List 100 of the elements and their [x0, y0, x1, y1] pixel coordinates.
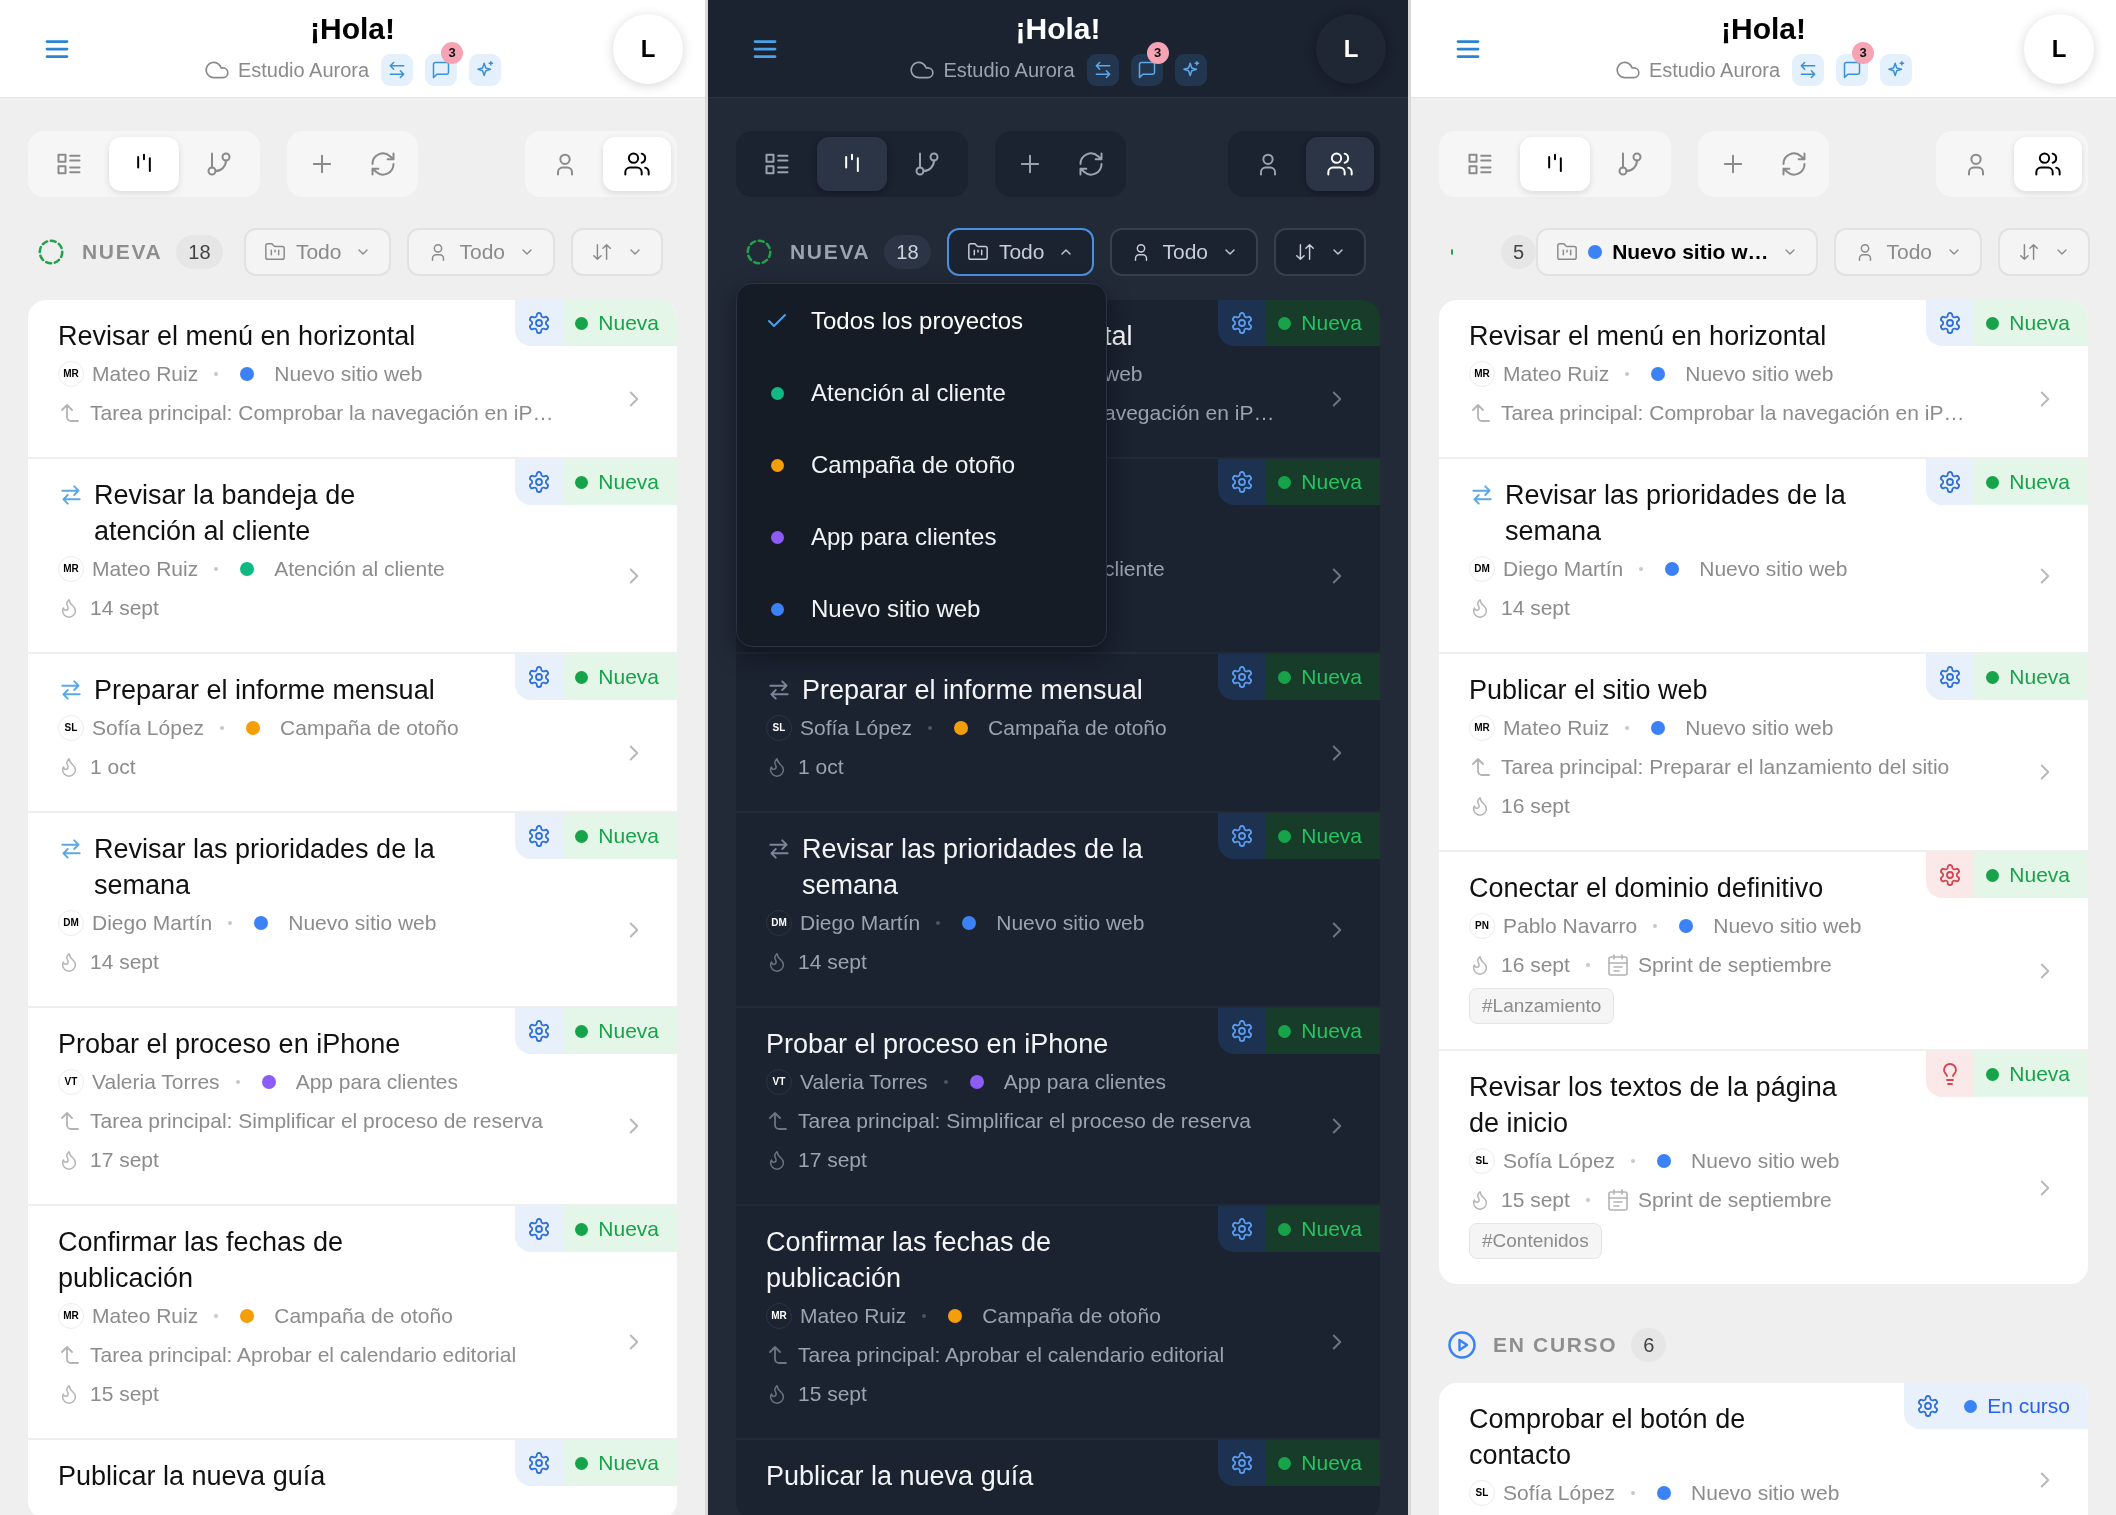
gear-icon[interactable] [1230, 1451, 1255, 1475]
project-option[interactable]: Nuevo sitio web [737, 573, 1106, 645]
assignee-name: Mateo Ruiz [1503, 714, 1610, 741]
project-option[interactable]: Todos los proyectos [737, 285, 1106, 357]
project-name: Nuevo sitio web [1713, 912, 1862, 939]
task-card[interactable]: Preparar el informe mensual SL Sofía López Campaña de otoño 1 oct Nueva [736, 654, 1380, 811]
project-name: Nuevo sitio web [274, 360, 423, 387]
project-option[interactable]: Campaña de otoño [737, 429, 1106, 501]
task-card[interactable]: Preparar el informe mensual SL Sofía López Campaña de otoño 1 oct Nueva [28, 654, 677, 811]
profile-avatar[interactable]: L [2024, 13, 2094, 84]
gear-icon[interactable] [1938, 863, 1963, 887]
profile-avatar[interactable]: L [1316, 13, 1386, 84]
project-option[interactable]: Atención al cliente [737, 357, 1106, 429]
status-badge: Nueva [1266, 1008, 1380, 1054]
gear-icon[interactable] [527, 665, 552, 689]
assignee-avatar: MR [1469, 714, 1495, 741]
status-icon [1447, 1330, 1477, 1360]
swap-button[interactable] [1792, 53, 1825, 86]
task-card[interactable]: Revisar los textos de la página de inicio SL Sofía López Nuevo sitio web 15 sept Sprint de septiembre #Contenidos Nueva [1439, 1051, 2088, 1284]
task-card[interactable]: Probar el proceso en iPhone VT Valeria Torres App para clientes Tarea principal: Simplificar el proceso de reserva 17 sept Nueva [28, 1008, 677, 1204]
task-card[interactable]: Conectar el dominio definitivo PN Pablo Navarro Nuevo sitio web 16 sept Sprint de septiembre #Lanzamiento Nueva [1439, 852, 2088, 1049]
due-date: 14 sept [90, 594, 159, 621]
swap-button[interactable] [381, 53, 414, 86]
due-date: 14 sept [798, 948, 867, 975]
gear-icon[interactable] [527, 470, 552, 494]
people-icon [1326, 150, 1354, 178]
due-date: 17 sept [90, 1146, 159, 1173]
notification-badge: 3 [1852, 41, 1875, 64]
project-option[interactable]: App para clientes [737, 501, 1106, 573]
task-title: Preparar el informe mensual [94, 674, 435, 707]
task-card[interactable]: Revisar las prioridades de la semana DM Diego Martín Nuevo sitio web 14 sept Nueva [28, 813, 677, 1006]
status-badge: Nueva [1974, 852, 2088, 898]
task-card[interactable]: Revisar la bandeja de atención al cliente MR Mateo Ruiz Atención al cliente 14 sept Nueva [28, 459, 677, 652]
task-card[interactable]: Comprobar el botón de contacto SL Sofía López Nuevo sitio web En curso [1439, 1383, 2088, 1515]
gear-icon[interactable] [1938, 665, 1963, 689]
calendar-icon [1605, 1187, 1630, 1212]
workspace-name: Estudio Aurora [1648, 57, 1781, 83]
gear-icon[interactable] [1230, 1019, 1255, 1043]
assignee-name: Valeria Torres [800, 1068, 928, 1095]
task-card[interactable]: Revisar las prioridades de la semana DM Diego Martín Nuevo sitio web 14 sept Nueva [1439, 459, 2088, 652]
task-card[interactable]: Confirmar las fechas de publicación MR Mateo Ruiz Campaña de otoño Tarea principal: Aprobar el calendario editorial 15 sept Nueva [736, 1206, 1380, 1438]
parent-task: Tarea principal: Simplificar el proceso de reserva [90, 1107, 543, 1134]
assignee-avatar: MR [58, 360, 84, 387]
gear-icon[interactable] [1230, 665, 1255, 689]
swap-button[interactable] [1086, 53, 1119, 86]
parent-task: Tarea principal: Aprobar el calendario editorial [90, 1341, 517, 1368]
assignee-name: Pablo Navarro [1503, 912, 1638, 939]
gear-icon[interactable] [1938, 470, 1963, 494]
project-name: Nuevo sitio web [1699, 555, 1848, 582]
task-title: Confirmar las fechas de publicación [766, 1226, 1053, 1295]
due-date: 16 sept [1501, 792, 1570, 819]
task-card[interactable]: Publicar el sitio web MR Mateo Ruiz Nuevo sitio web Tarea principal: Preparar el lanzamiento del sitio 16 sept Nueva [1439, 654, 2088, 850]
gear-icon[interactable] [1230, 311, 1255, 335]
ai-button[interactable] [469, 53, 502, 86]
assignee-avatar: MR [1469, 360, 1495, 387]
parent-task: Tarea principal: Simplificar el proceso de reserva [798, 1107, 1251, 1134]
gear-icon[interactable] [527, 311, 552, 335]
assignee-avatar: SL [766, 714, 792, 741]
group-count: 18 [176, 235, 223, 269]
team-view-button[interactable] [2014, 137, 2082, 191]
gear-icon[interactable] [527, 1451, 552, 1475]
greeting-title: ¡Hola! [1721, 11, 1806, 46]
assignee-avatar: SL [1469, 1479, 1495, 1506]
status-badge: Nueva [563, 813, 677, 859]
project-filter[interactable]: Nuevo sitio w… [1536, 228, 1819, 276]
task-title: Conectar el dominio definitivo [1469, 872, 1824, 905]
gear-icon[interactable] [527, 1019, 552, 1043]
project-filter[interactable]: Todo [946, 228, 1095, 276]
profile-avatar[interactable]: L [613, 13, 683, 84]
task-title: Revisar las prioridades de la semana [802, 833, 1144, 902]
task-card[interactable]: Confirmar las fechas de publicación MR Mateo Ruiz Campaña de otoño Tarea principal: Aprobar el calendario editorial 15 sept Nueva [28, 1206, 677, 1438]
assignee-filter[interactable]: Todo [1110, 228, 1258, 276]
gear-icon[interactable] [1230, 824, 1255, 848]
gear-icon[interactable] [1938, 311, 1963, 335]
task-card[interactable]: Revisar el menú en horizontal MR Mateo Ruiz Nuevo sitio web Tarea principal: Comprobar la navegación en iP… Nueva [28, 300, 677, 457]
gear-icon[interactable] [527, 1217, 552, 1241]
status-badge: Nueva [1266, 300, 1380, 346]
task-card[interactable]: Probar el proceso en iPhone VT Valeria Torres App para clientes Tarea principal: Simplificar el proceso de reserva 17 sept Nueva [736, 1008, 1380, 1204]
task-card[interactable]: Publicar la nueva guía Nueva [28, 1440, 677, 1515]
sort-filter[interactable] [1274, 228, 1366, 276]
gear-icon[interactable] [1230, 470, 1255, 494]
team-view-button[interactable] [603, 137, 671, 191]
assignee-name: Mateo Ruiz [92, 360, 199, 387]
workspace-name: Estudio Aurora [237, 57, 370, 83]
task-title: Publicar el sitio web [1469, 674, 1708, 707]
task-card[interactable]: Revisar las prioridades de la semana DM Diego Martín Nuevo sitio web 14 sept Nueva [736, 813, 1380, 1006]
task-card[interactable]: Publicar la nueva guía Nueva [736, 1440, 1380, 1515]
assignee-name: Diego Martín [92, 909, 213, 936]
gear-icon[interactable] [1916, 1394, 1941, 1418]
notification-badge: 3 [1146, 41, 1169, 64]
team-view-button[interactable] [1306, 137, 1374, 191]
assignee-name: Mateo Ruiz [92, 1302, 199, 1329]
task-title: Probar el proceso en iPhone [58, 1028, 401, 1061]
gear-icon[interactable] [527, 824, 552, 848]
task-card[interactable]: Revisar el menú en horizontal MR Mateo Ruiz Nuevo sitio web Tarea principal: Comprobar la navegación en iP… Nueva [1439, 300, 2088, 457]
gear-icon[interactable] [1230, 1217, 1255, 1241]
ai-button[interactable] [1174, 53, 1207, 86]
ai-button[interactable] [1880, 53, 1913, 86]
due-date: 1 oct [90, 753, 136, 780]
due-date: 17 sept [798, 1146, 867, 1173]
